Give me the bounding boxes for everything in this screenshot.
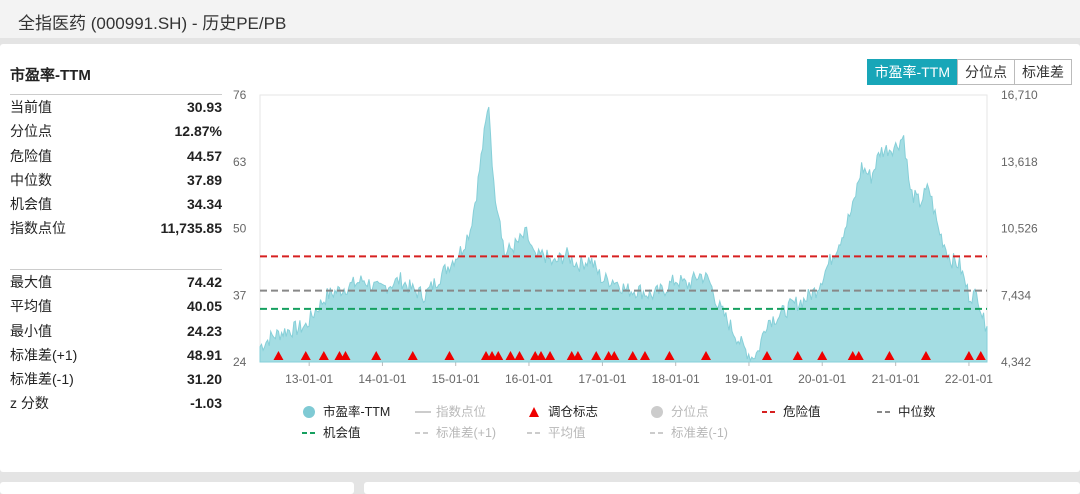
legend-item: 标准差(-1): [650, 426, 728, 440]
legend-item: 指数点位: [415, 404, 486, 419]
legend-symbol-triangle: [529, 407, 539, 417]
legend-item: 分位点: [651, 404, 709, 419]
x-tick-label: 22-01-01: [945, 372, 993, 386]
legend-item: 调仓标志: [529, 405, 598, 419]
y-right-tick-label: 16,710: [1001, 88, 1038, 102]
legend-item: 机会值: [302, 425, 361, 440]
legend-item: 中位数: [877, 404, 936, 419]
legend-label: 指数点位: [436, 404, 486, 419]
y-left-tick-label: 50: [233, 222, 247, 236]
x-tick-label: 17-01-01: [578, 372, 626, 386]
x-tick-label: 21-01-01: [872, 372, 920, 386]
x-tick-label: 20-01-01: [798, 372, 846, 386]
x-tick-label: 16-01-01: [505, 372, 553, 386]
legend-label: 标准差(-1): [671, 426, 728, 440]
y-left-tick-label: 63: [233, 155, 247, 169]
y-right-tick-label: 10,526: [1001, 222, 1038, 236]
legend-label: 机会值: [323, 425, 361, 440]
legend-label: 调仓标志: [548, 405, 598, 419]
legend-item: 市盈率-TTM: [303, 404, 390, 419]
legend-label: 市盈率-TTM: [323, 404, 390, 419]
legend-label: 分位点: [671, 404, 709, 419]
x-tick-label: 13-01-01: [285, 372, 333, 386]
legend-label: 标准差(+1): [436, 426, 496, 440]
pe-chart: 24 37 50 63 76 4,342 7,434 10,526 13,618 16,710 13…: [233, 88, 1038, 440]
x-tick-label: 19-01-01: [725, 372, 773, 386]
y-left-tick-label: 76: [233, 88, 247, 102]
y-right-tick-label: 7,434: [1001, 288, 1031, 302]
x-tick-label: 15-01-01: [432, 372, 480, 386]
legend-label: 平均值: [548, 425, 586, 440]
x-tick-label: 18-01-01: [652, 372, 700, 386]
x-tick-label: 14-01-01: [358, 372, 406, 386]
y-left-tick-label: 24: [233, 355, 247, 369]
y-right-tick-label: 4,342: [1001, 355, 1031, 369]
y-left-tick-label: 37: [233, 288, 247, 302]
legend-label: 危险值: [783, 404, 821, 419]
legend-label: 中位数: [898, 404, 936, 419]
y-right-tick-label: 13,618: [1001, 155, 1038, 169]
legend-item: 标准差(+1): [415, 426, 496, 440]
legend-item: 平均值: [527, 425, 586, 440]
legend-symbol-dot: [303, 406, 315, 418]
legend-symbol-dot: [651, 406, 663, 418]
legend-item: 危险值: [762, 404, 821, 419]
pe-ttm-area: [259, 106, 988, 363]
